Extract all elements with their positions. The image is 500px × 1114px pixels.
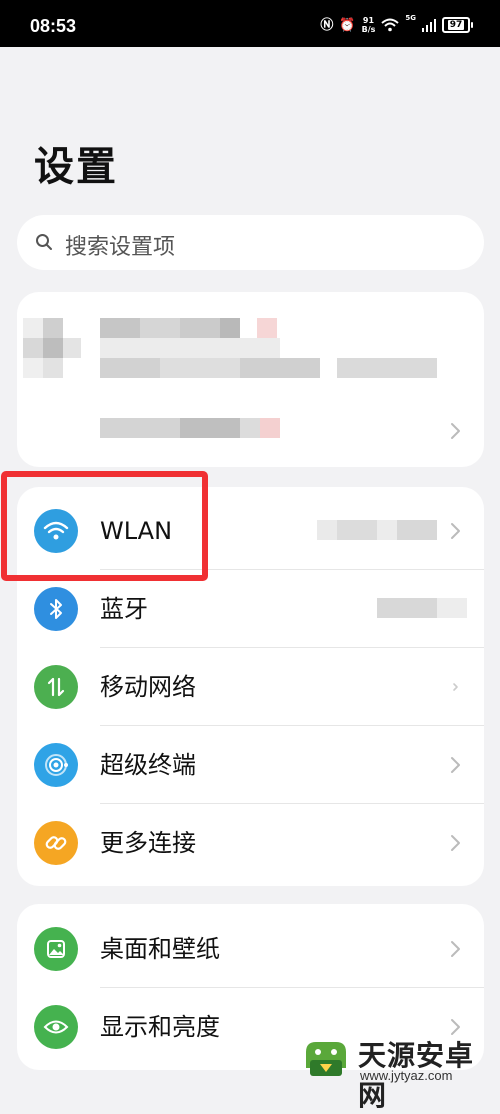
speed-unit: B/s [361, 25, 376, 34]
settings-item-label: 显示和亮度 [100, 1013, 220, 1041]
android-logo-icon [306, 1042, 346, 1076]
signal-icon [422, 18, 436, 32]
network-type: 5G [405, 14, 416, 22]
account-card[interactable] [17, 292, 484, 467]
wifi-icon [34, 509, 78, 553]
wallpaper-icon [34, 927, 78, 971]
super-device-icon [34, 743, 78, 787]
wifi-status-icon [381, 18, 400, 32]
bluetooth-status-redacted [377, 598, 437, 618]
link-icon [34, 821, 78, 865]
status-bar: 08:53 Ⓝ ⏰ 91 B/s 5G 97 [0, 0, 500, 47]
watermark: 天源安卓网 www.jytyaz.com [300, 1030, 500, 1112]
wlan-status-redacted [317, 520, 337, 540]
settings-item-wallpaper[interactable]: 桌面和壁纸 [17, 910, 484, 988]
settings-item-label: 桌面和壁纸 [100, 935, 220, 963]
settings-item-label: 更多连接 [100, 829, 196, 857]
nfc-icon: Ⓝ [320, 17, 334, 33]
chevron-right-icon [451, 423, 460, 439]
speed-value: 91 [362, 16, 375, 25]
page-title: 设置 [34, 144, 118, 190]
settings-item-more-connections[interactable]: 更多连接 [17, 804, 484, 882]
settings-item-super-device[interactable]: 超级终端 [17, 726, 484, 804]
settings-item-wlan[interactable]: WLAN [17, 492, 484, 570]
settings-item-label: WLAN [100, 517, 173, 545]
settings-item-bluetooth[interactable]: 蓝牙 [17, 570, 484, 648]
status-time: 08:53 [30, 16, 77, 36]
chevron-right-icon [451, 523, 460, 539]
connectivity-card: WLAN 蓝牙 移动网络 超级终端 更多连接 [17, 487, 484, 886]
alarm-icon: ⏰ [339, 17, 356, 33]
chevron-right-icon [451, 941, 460, 957]
network-speed: 91 B/s [362, 16, 376, 34]
search-icon [36, 234, 52, 250]
settings-item-label: 蓝牙 [100, 595, 148, 623]
chevron-right-icon [451, 757, 460, 773]
status-icons: Ⓝ ⏰ 91 B/s 5G 97 [320, 14, 473, 36]
mobile-data-icon [34, 665, 78, 709]
eye-icon [34, 1005, 78, 1049]
settings-item-label: 移动网络 [100, 673, 196, 701]
settings-item-mobile-network[interactable]: 移动网络 [17, 648, 484, 726]
battery-icon: 97 [442, 17, 473, 33]
watermark-url: www.jytyaz.com [360, 1068, 453, 1083]
chevron-right-icon [453, 683, 458, 691]
search-input[interactable]: 搜索设置项 [65, 229, 175, 261]
battery-level: 97 [447, 20, 465, 30]
chevron-right-icon [451, 835, 460, 851]
bluetooth-icon [34, 587, 78, 631]
search-bar[interactable]: 搜索设置项 [17, 215, 484, 270]
settings-item-label: 超级终端 [100, 751, 196, 779]
